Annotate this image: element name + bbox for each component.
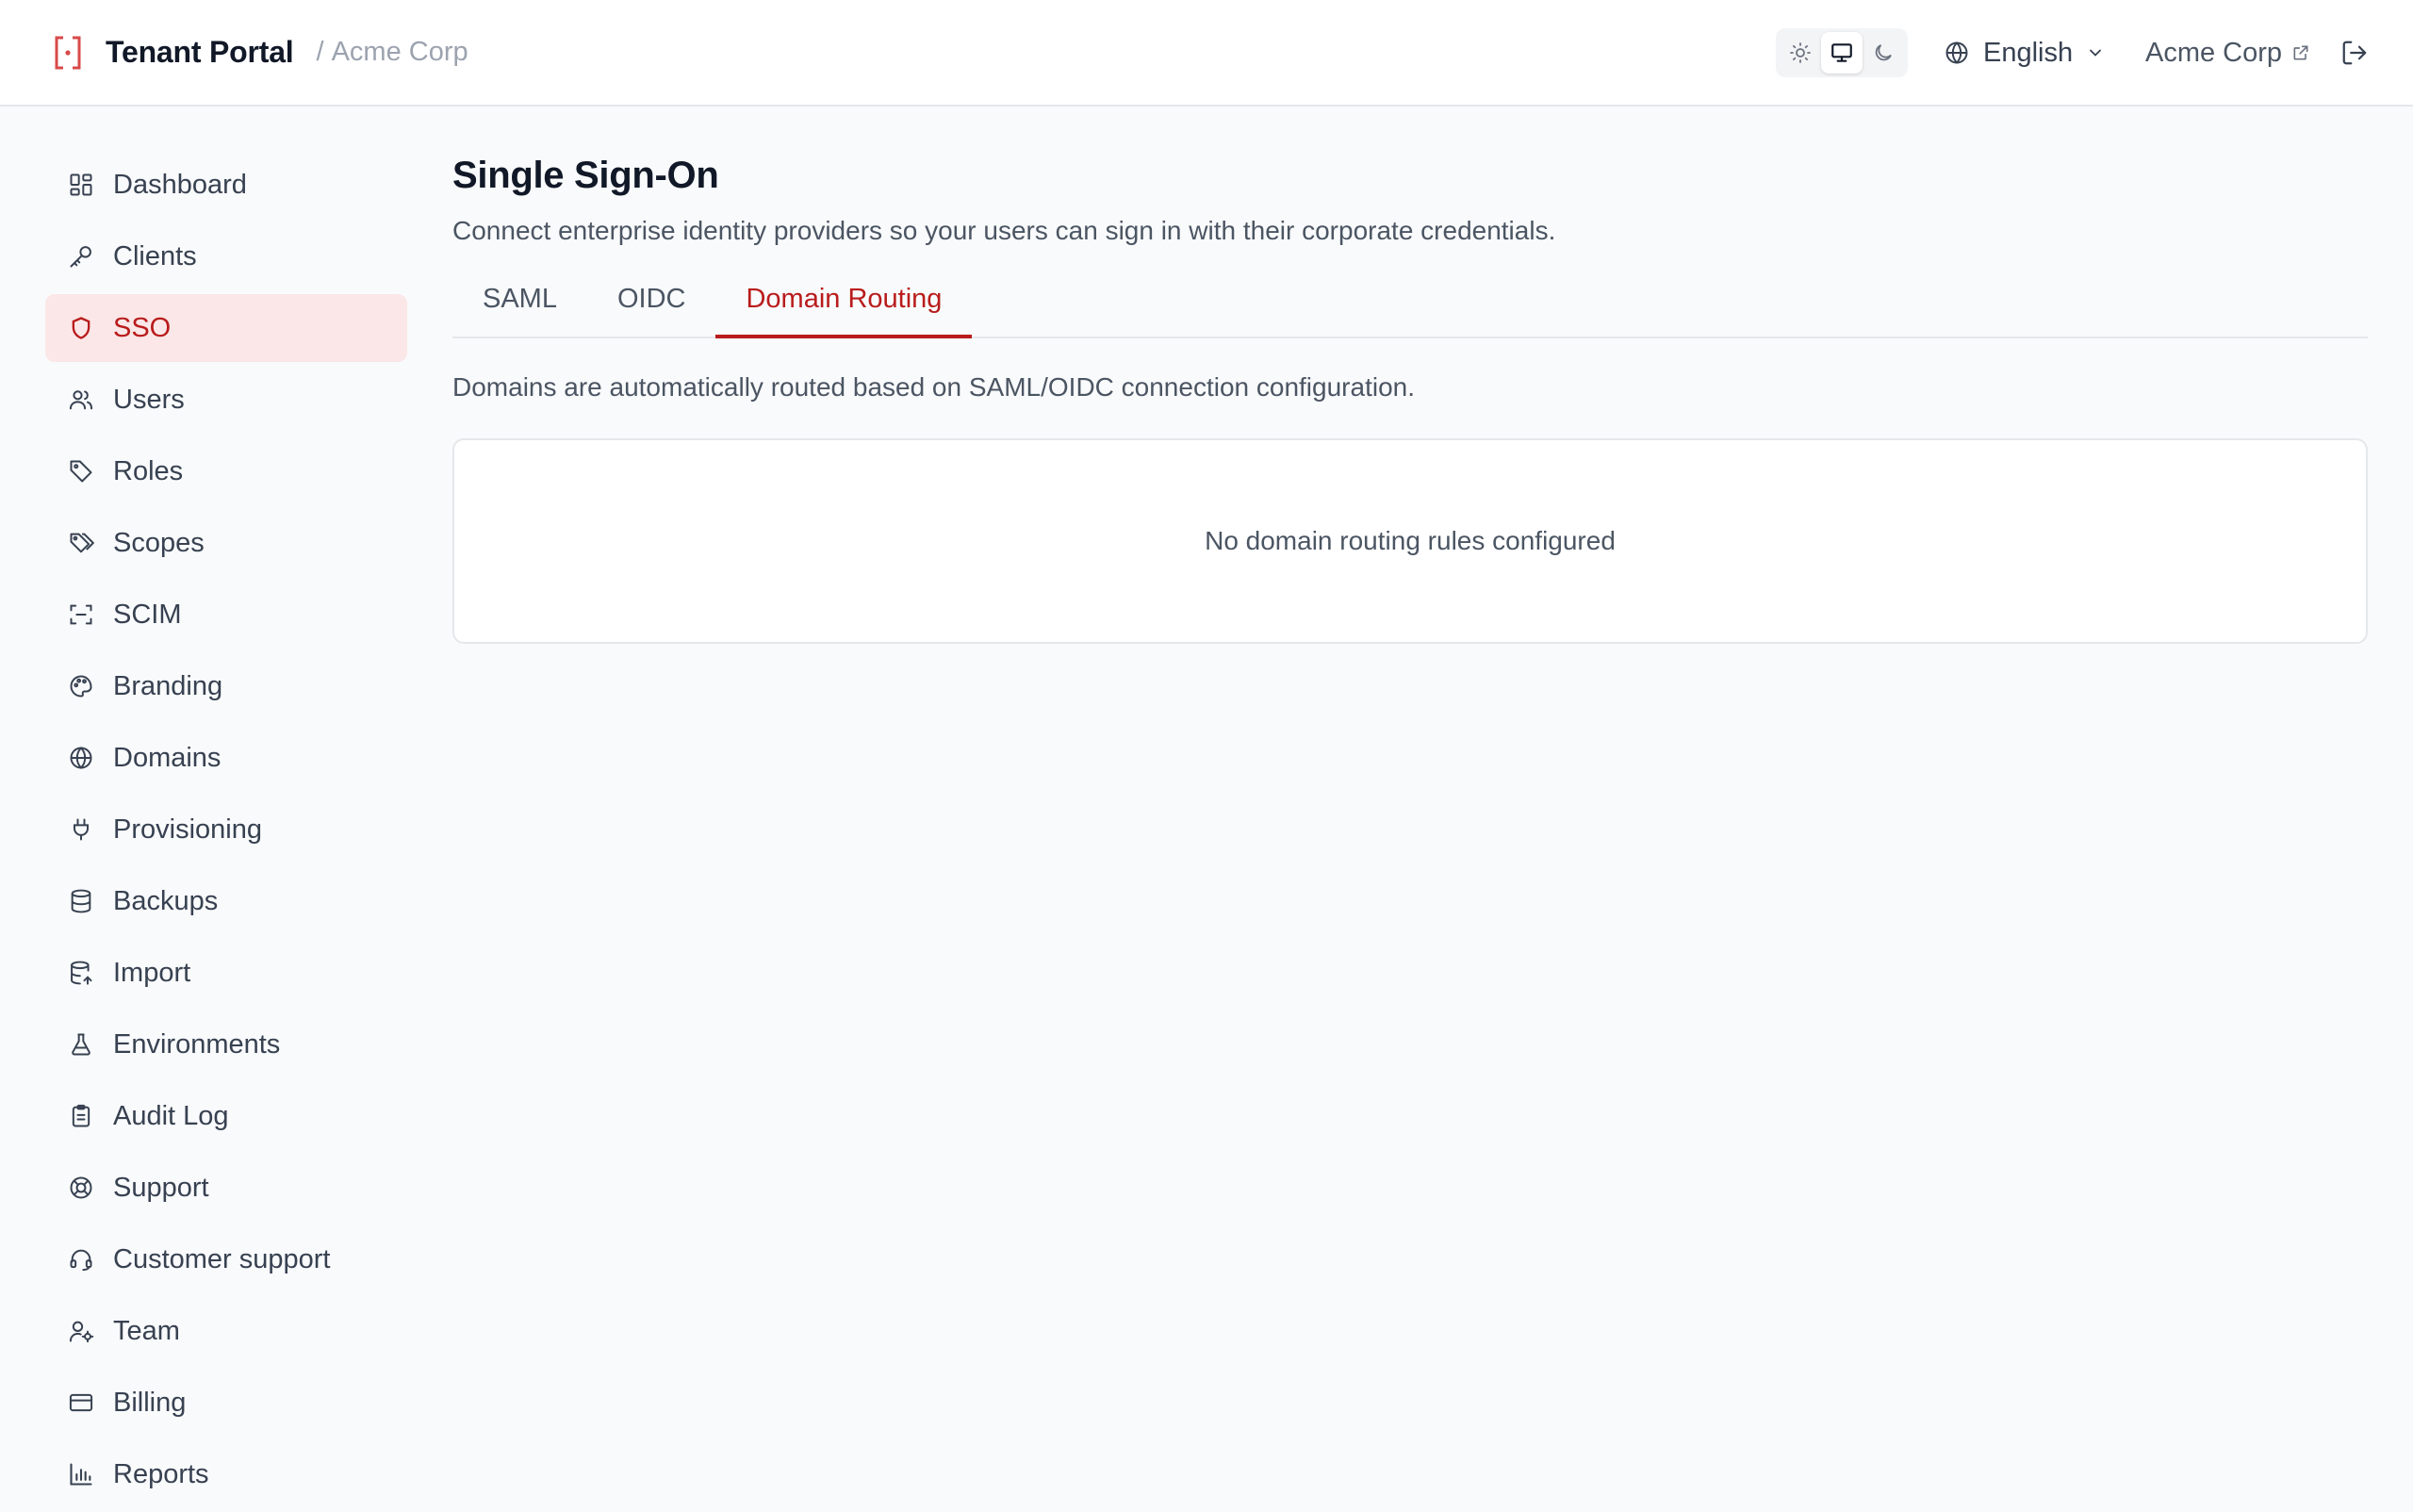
brand-logo-icon [51, 36, 85, 70]
empty-state-card: No domain routing rules configured [452, 438, 2368, 644]
sidebar-item-provisioning[interactable]: Provisioning [45, 796, 407, 863]
monitor-icon [1831, 43, 1852, 62]
language-selector[interactable]: English [1944, 28, 2105, 77]
theme-light-button[interactable] [1780, 32, 1821, 74]
brand[interactable]: Tenant Portal / Acme Corp [51, 35, 468, 70]
sidebar-item-label: Billing [113, 1387, 187, 1418]
headset-icon [66, 1244, 96, 1274]
sidebar-item-label: Roles [113, 455, 184, 486]
sidebar-item-backups[interactable]: Backups [45, 867, 407, 935]
sidebar-nav: Dashboard Clients SSO Users Roles Scopes [45, 151, 407, 1512]
sidebar-item-users[interactable]: Users [45, 366, 407, 434]
sidebar-item-scopes[interactable]: Scopes [45, 509, 407, 577]
breadcrumb-org: Acme Corp [331, 37, 468, 67]
users-icon [66, 385, 96, 415]
dashboard-icon [66, 170, 96, 200]
tab-oidc[interactable]: OIDC [587, 278, 716, 338]
sidebar-item-team[interactable]: Team [45, 1297, 407, 1365]
sidebar-item-environments[interactable]: Environments [45, 1011, 407, 1078]
palette-icon [66, 671, 96, 701]
sidebar-item-label: SSO [113, 312, 172, 343]
tag-icon [66, 456, 96, 486]
sidebar-item-label: Users [113, 384, 185, 415]
sidebar-item-clients[interactable]: Clients [45, 222, 407, 290]
routing-note: Domains are automatically routed based o… [452, 372, 1415, 402]
top-header: Tenant Portal / Acme Corp English Acme C… [0, 0, 2413, 107]
globe-icon [66, 743, 96, 773]
sidebar-item-label: Clients [113, 240, 197, 271]
plug-icon [66, 814, 96, 845]
sidebar-item-roles[interactable]: Roles [45, 437, 407, 505]
chevron-down-icon [2086, 43, 2105, 62]
key-icon [66, 241, 96, 271]
sidebar-item-label: Audit Log [113, 1100, 229, 1131]
brand-title: Tenant Portal [106, 35, 294, 69]
moon-icon [1875, 44, 1892, 61]
sidebar-item-label: Environments [113, 1028, 281, 1060]
clipboard-icon [66, 1101, 96, 1131]
bar-chart-icon [66, 1459, 96, 1489]
sso-tabs: SAML OIDC Domain Routing [452, 278, 2368, 338]
sidebar-item-label: Scopes [113, 527, 205, 558]
sidebar-item-label: Import [113, 957, 191, 988]
external-link-icon [2291, 43, 2310, 62]
sidebar-item-billing[interactable]: Billing [45, 1369, 407, 1437]
empty-state-text: No domain routing rules configured [1205, 526, 1616, 555]
sidebar-item-scim[interactable]: SCIM [45, 581, 407, 649]
sidebar-item-customer-support[interactable]: Customer support [45, 1225, 407, 1293]
user-cog-icon [66, 1316, 96, 1346]
sidebar-item-import[interactable]: Import [45, 939, 407, 1007]
page-title: Single Sign-On [452, 155, 719, 196]
tags-icon [66, 528, 96, 558]
theme-system-button[interactable] [1821, 32, 1863, 74]
main-content: Single Sign-On Connect enterprise identi… [452, 151, 2368, 644]
org-link-label: Acme Corp [2145, 37, 2283, 68]
scan-icon [66, 600, 96, 630]
sidebar-item-label: Reports [113, 1458, 209, 1489]
credit-card-icon [66, 1388, 96, 1418]
logout-button[interactable] [2336, 34, 2373, 72]
sidebar-item-label: Dashboard [113, 169, 247, 200]
sidebar-item-reports[interactable]: Reports [45, 1440, 407, 1508]
globe-icon [1945, 41, 1968, 64]
tab-saml[interactable]: SAML [452, 278, 587, 338]
sidebar-item-label: Team [113, 1315, 180, 1346]
sun-icon [1790, 42, 1811, 63]
sidebar-item-domains[interactable]: Domains [45, 724, 407, 792]
sidebar-item-label: Branding [113, 670, 223, 701]
breadcrumb-separator: / [316, 37, 324, 67]
logout-icon [2342, 41, 2367, 65]
page-description: Connect enterprise identity providers so… [452, 216, 1556, 245]
sidebar-item-label: Provisioning [113, 814, 262, 845]
sidebar-item-label: SCIM [113, 599, 182, 630]
tab-domain-routing[interactable]: Domain Routing [715, 278, 973, 338]
sidebar-item-audit-log[interactable]: Audit Log [45, 1082, 407, 1150]
sidebar-item-support[interactable]: Support [45, 1154, 407, 1222]
database-import-icon [66, 958, 96, 988]
flask-icon [66, 1029, 96, 1060]
sidebar-item-dashboard[interactable]: Dashboard [45, 151, 407, 219]
sidebar-item-branding[interactable]: Branding [45, 652, 407, 720]
sidebar-item-sso[interactable]: SSO [45, 294, 407, 362]
life-buoy-icon [66, 1173, 96, 1203]
sidebar-item-label: Customer support [113, 1243, 331, 1274]
theme-dark-button[interactable] [1863, 32, 1904, 74]
org-external-link[interactable]: Acme Corp [2145, 28, 2310, 77]
shield-icon [66, 313, 96, 343]
sidebar-item-label: Support [113, 1172, 209, 1203]
sidebar-item-label: Backups [113, 885, 219, 916]
database-icon [66, 886, 96, 916]
sidebar-item-label: Domains [113, 742, 222, 773]
language-label: English [1983, 37, 2074, 68]
theme-switcher [1776, 28, 1908, 77]
